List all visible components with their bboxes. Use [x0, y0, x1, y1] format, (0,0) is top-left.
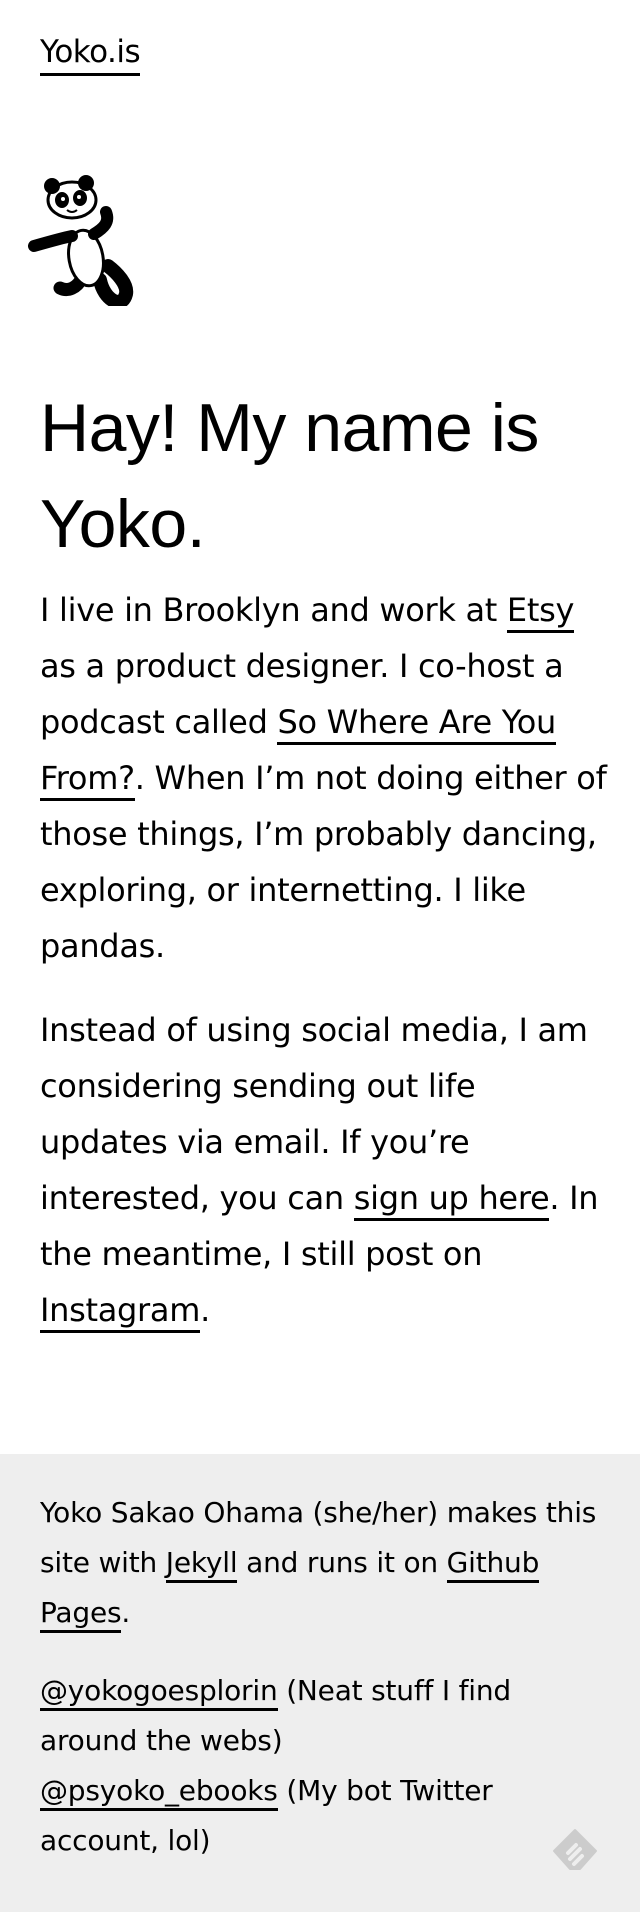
instagram-link[interactable]: Instagram — [40, 1291, 200, 1333]
jekyll-link[interactable]: Jekyll — [165, 1546, 238, 1583]
etsy-link[interactable]: Etsy — [506, 591, 574, 633]
twitter-yokogoesplorin-link[interactable]: @yokogoesplorin — [40, 1674, 278, 1711]
footer-credits: Yoko Sakao Ohama (she/her) makes this si… — [40, 1488, 600, 1638]
newsletter-paragraph: Instead of using social media, I am cons… — [40, 1002, 610, 1338]
panda-icon — [28, 175, 134, 306]
feedly-icon[interactable] — [550, 1827, 600, 1877]
newsletter-text-end: . — [200, 1291, 210, 1329]
credits-text-middle: and runs it on — [237, 1546, 447, 1579]
twitter-link-item: @psyoko_ebooks (My bot Twitter account, … — [40, 1766, 600, 1866]
main-content: Hay! My name is Yoko. I live in Brooklyn… — [40, 380, 610, 1338]
twitter-link-item: @yokogoesplorin (Neat stuff I find aroun… — [40, 1666, 600, 1766]
site-footer: Yoko Sakao Ohama (she/her) makes this si… — [0, 1454, 640, 1912]
intro-text-start: I live in Brooklyn and work at — [40, 591, 507, 629]
credits-text-end: . — [121, 1596, 131, 1629]
intro-paragraph: I live in Brooklyn and work at Etsy as a… — [40, 582, 610, 974]
twitter-psyoko-ebooks-link[interactable]: @psyoko_ebooks — [40, 1774, 278, 1811]
page-headline: Hay! My name is Yoko. — [40, 390, 539, 562]
signup-link[interactable]: sign up here — [353, 1179, 550, 1221]
site-title-link[interactable]: Yoko.is — [40, 32, 141, 76]
